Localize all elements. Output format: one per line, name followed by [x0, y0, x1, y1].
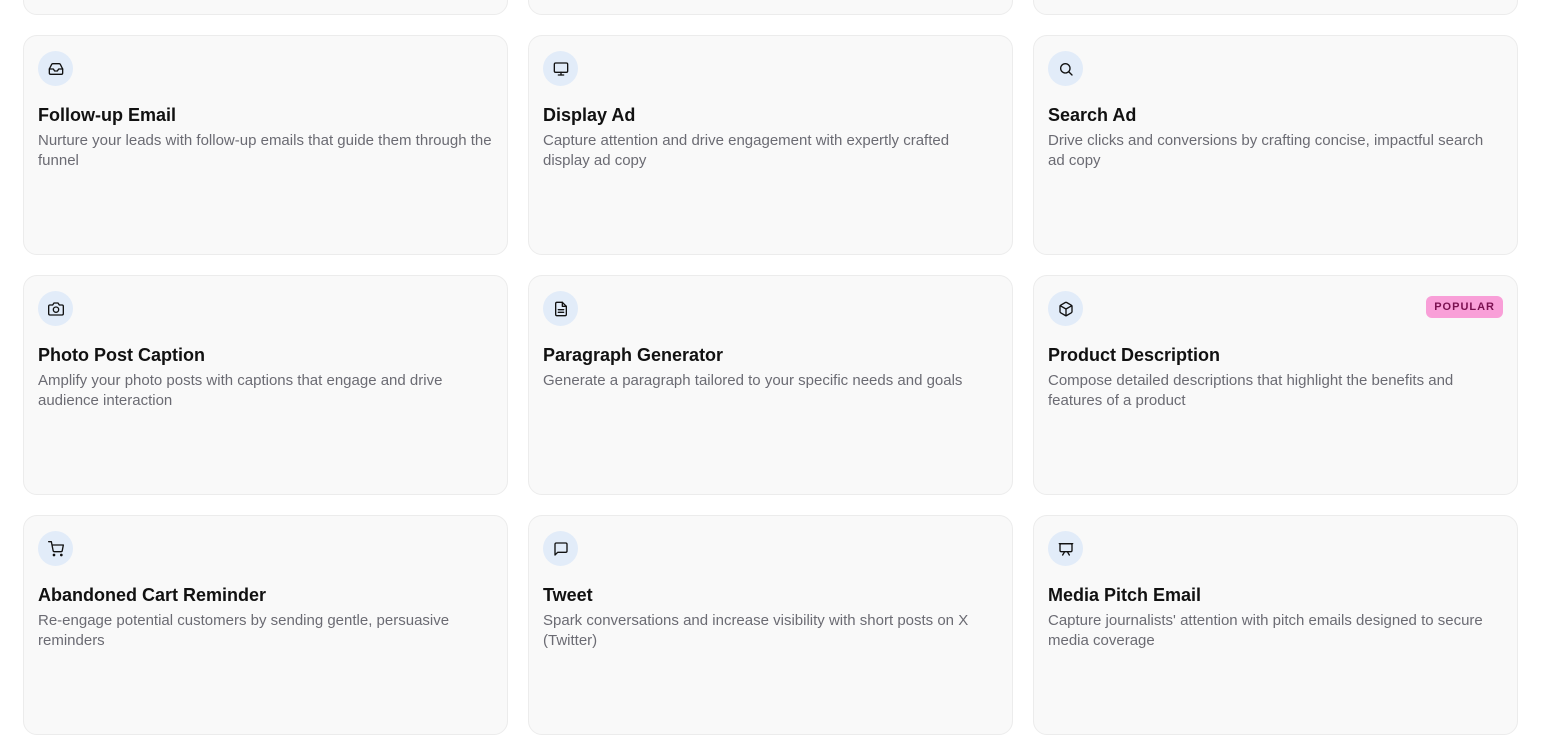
card-title: Abandoned Cart Reminder	[38, 585, 267, 605]
card-description: Capture attention and drive engagement w…	[543, 132, 950, 169]
template-card-product-description[interactable]: POPULAR Product Description Compose deta…	[1033, 275, 1518, 495]
template-card[interactable]	[528, 0, 1013, 15]
template-card-follow-up-email[interactable]: Follow-up Email Nurture your leads with …	[23, 35, 508, 255]
card-description: Compose detailed descriptions that highl…	[1048, 372, 1454, 409]
template-card[interactable]	[23, 0, 508, 15]
scrollbar[interactable]	[1542, 0, 1560, 737]
card-description: Re-engage potential customers by sending…	[38, 612, 450, 649]
template-gallery: Follow-up Email Nurture your leads with …	[0, 0, 1560, 737]
card-description: Drive clicks and conversions by crafting…	[1048, 132, 1484, 169]
monitor-icon	[543, 51, 578, 86]
card-description: Capture journalists' attention with pitc…	[1048, 612, 1483, 649]
inbox-icon	[38, 51, 73, 86]
card-title: Paragraph Generator	[543, 345, 724, 365]
card-description: Spark conversations and increase visibil…	[543, 612, 969, 649]
card-title: Media Pitch Email	[1048, 585, 1202, 605]
template-card-search-ad[interactable]: Search Ad Drive clicks and conversions b…	[1033, 35, 1518, 255]
template-card-media-pitch-email[interactable]: Media Pitch Email Capture journalists' a…	[1033, 515, 1518, 735]
card-title: Tweet	[543, 585, 593, 605]
card-title: Search Ad	[1048, 105, 1137, 125]
card-description: Nurture your leads with follow-up emails…	[38, 132, 492, 169]
cart-icon	[38, 531, 73, 566]
card-description: Amplify your photo posts with captions t…	[38, 372, 443, 409]
card-title: Photo Post Caption	[38, 345, 205, 365]
message-icon	[543, 531, 578, 566]
template-grid: Follow-up Email Nurture your leads with …	[23, 0, 1518, 735]
template-card-photo-post-caption[interactable]: Photo Post Caption Amplify your photo po…	[23, 275, 508, 495]
document-icon	[543, 291, 578, 326]
template-card[interactable]	[1033, 0, 1518, 15]
template-card-tweet[interactable]: Tweet Spark conversations and increase v…	[528, 515, 1013, 735]
popular-badge: POPULAR	[1426, 296, 1503, 318]
card-description: Generate a paragraph tailored to your sp…	[543, 372, 963, 389]
template-card-abandoned-cart-reminder[interactable]: Abandoned Cart Reminder Re-engage potent…	[23, 515, 508, 735]
card-title: Display Ad	[543, 105, 636, 125]
template-card-display-ad[interactable]: Display Ad Capture attention and drive e…	[528, 35, 1013, 255]
card-title: Product Description	[1048, 345, 1221, 365]
card-title: Follow-up Email	[38, 105, 176, 125]
presentation-icon	[1048, 531, 1083, 566]
template-card-paragraph-generator[interactable]: Paragraph Generator Generate a paragraph…	[528, 275, 1013, 495]
box-icon	[1048, 291, 1083, 326]
camera-icon	[38, 291, 73, 326]
search-icon	[1048, 51, 1083, 86]
